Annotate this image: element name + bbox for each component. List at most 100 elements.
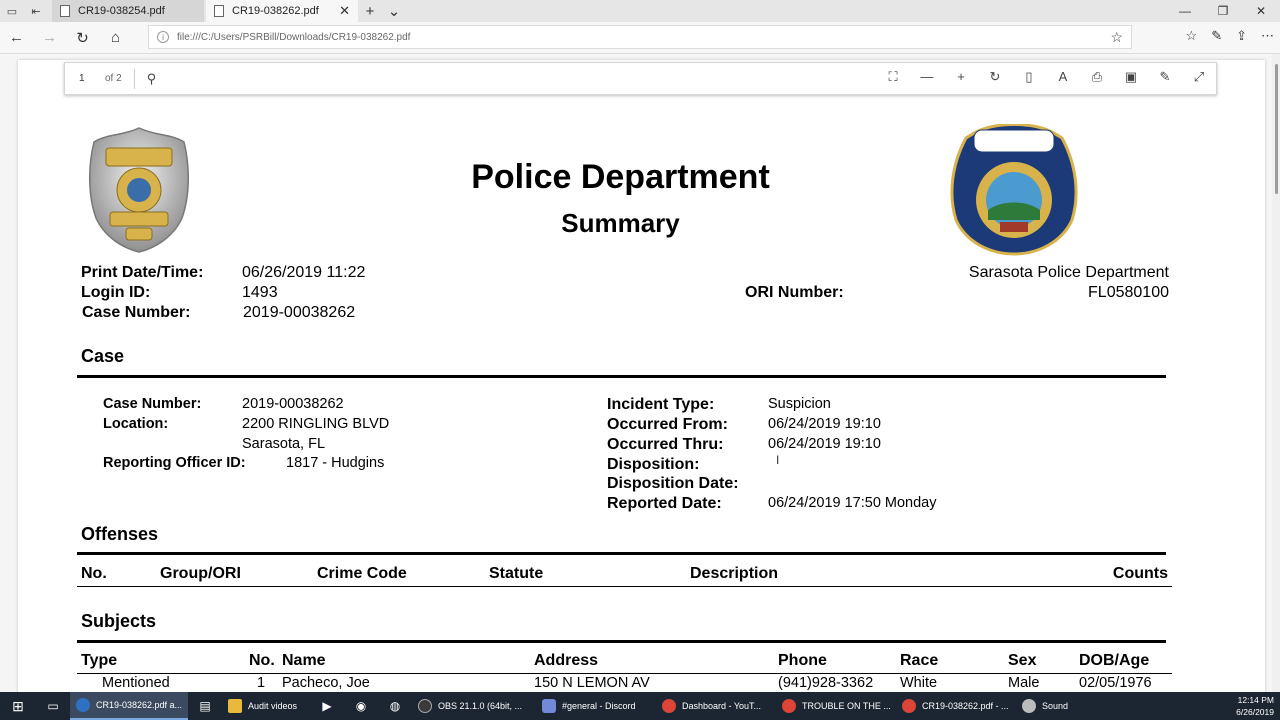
set-aside-tabs-icon[interactable]: ⇤	[24, 0, 48, 22]
task-view-icon[interactable]: ▭	[36, 692, 70, 720]
case-number-value: 2019-00038262	[242, 396, 344, 412]
subjects-header-rule	[77, 673, 1172, 674]
offenses-col-description: Description	[690, 565, 779, 582]
read-aloud-icon[interactable]: A	[1054, 69, 1072, 85]
media-player-icon[interactable]: ▶	[310, 692, 344, 720]
chrome-icon	[902, 699, 916, 713]
disposition-date-label: Disposition Date:	[607, 475, 739, 492]
taskbar-item-edge[interactable]: CR19-038262.pdf a...	[70, 692, 188, 720]
subject-race: White	[900, 675, 938, 691]
chrome-icon	[782, 699, 796, 713]
taskbar-item-chrome-trouble[interactable]: TROUBLE ON THE ...	[776, 692, 896, 720]
occurred-thru-label: Occurred Thru:	[607, 436, 724, 453]
notepad-icon[interactable]: ▤	[188, 692, 222, 720]
subjects-col-type: Type	[81, 652, 118, 669]
pdf-viewport[interactable]: Police Department Summary Print Date/Tim…	[0, 54, 1280, 692]
reported-date-label: Reported Date:	[607, 495, 722, 512]
zoom-in-icon[interactable]: +	[952, 69, 970, 85]
page-view-icon[interactable]: ▯	[1020, 69, 1038, 85]
obs-icon	[418, 699, 432, 713]
app-icon[interactable]: ◍	[378, 692, 412, 720]
search-icon[interactable]: ⚲	[147, 71, 157, 87]
occurred-from-label: Occurred From:	[607, 416, 728, 433]
app-icon[interactable]: ◉	[344, 692, 378, 720]
taskbar-item-label: CR19-038262.pdf a...	[96, 700, 183, 710]
back-arrow-icon[interactable]: ←	[0, 29, 33, 46]
forward-arrow-icon[interactable]: →	[33, 29, 66, 46]
taskbar-item-chrome-dashboard[interactable]: Dashboard - YouT...	[656, 692, 776, 720]
folder-icon	[228, 699, 242, 713]
fit-page-icon[interactable]: ⛶	[884, 69, 902, 85]
taskbar-item-label: OBS 21.1.0 (64bit, ...	[438, 701, 523, 711]
report-title: Police Department	[471, 158, 770, 196]
disposition-label: Disposition:	[607, 456, 700, 473]
zoom-out-icon[interactable]: —	[918, 69, 936, 85]
address-bar[interactable]: i file:///C:/Users/PSRBill/Downloads/CR1…	[148, 25, 1132, 49]
taskbar-item-chrome-pdf[interactable]: CR19-038262.pdf - ...	[896, 692, 1016, 720]
favorites-icon[interactable]: ☆	[1186, 28, 1198, 44]
pen-icon[interactable]: ✎	[1211, 28, 1222, 44]
share-icon[interactable]: ⇪	[1236, 28, 1247, 44]
minimize-icon[interactable]: —	[1166, 0, 1204, 22]
taskbar-item-obs[interactable]: OBS 21.1.0 (64bit, ...	[412, 692, 536, 720]
save-icon[interactable]: ▣	[1122, 69, 1140, 85]
tab-label: CR19-038262.pdf	[232, 5, 319, 17]
star-icon[interactable]: ☆	[1110, 29, 1123, 46]
restore-icon[interactable]: ❐	[1204, 0, 1242, 22]
subjects-col-race: Race	[900, 652, 939, 669]
case-number-value: 2019-00038262	[243, 304, 356, 321]
windows-start-icon[interactable]: ⊞	[0, 698, 36, 715]
taskbar-item-label: TROUBLE ON THE ...	[802, 701, 891, 711]
vertical-scrollbar[interactable]	[1272, 54, 1280, 692]
taskbar-item-explorer[interactable]: Audit videos	[222, 692, 310, 720]
tab-cr19-038254[interactable]: CR19-038254.pdf	[52, 0, 204, 22]
subjects-col-name: Name	[282, 652, 326, 669]
system-clock[interactable]: 12:14 PM 6/26/2019	[1236, 694, 1274, 718]
location-line1: 2200 RINGLING BLVD	[242, 416, 390, 432]
close-tab-icon[interactable]: ✕	[339, 3, 350, 19]
page-number-input[interactable]: 1	[73, 68, 101, 90]
print-icon[interactable]: ⎙	[1088, 69, 1106, 85]
location-label: Location:	[103, 416, 169, 432]
ori-number-value: FL0580100	[1088, 284, 1169, 301]
offenses-header-rule	[77, 586, 1172, 587]
tab-actions-icon[interactable]: ▭	[0, 0, 24, 22]
offenses-col-crime-code: Crime Code	[317, 565, 407, 582]
info-icon[interactable]: i	[157, 31, 169, 43]
case-section-rule	[77, 375, 1166, 378]
location-line2: Sarasota, FL	[242, 436, 326, 452]
incident-type-value: Suspicion	[768, 396, 831, 412]
taskbar-item-discord[interactable]: #general - Discord	[536, 692, 656, 720]
login-id-label: Login ID:	[81, 284, 151, 301]
print-date-value: 06/26/2019 11:22	[242, 264, 366, 281]
offenses-section-rule	[77, 552, 1166, 555]
tab-cr19-038262[interactable]: CR19-038262.pdf ✕	[206, 0, 358, 22]
subject-address: 150 N LEMON AV	[534, 675, 650, 691]
scrollbar-thumb[interactable]	[1275, 64, 1278, 194]
navigation-bar: ← → ↻ ⌂ i file:///C:/Users/PSRBill/Downl…	[0, 22, 1280, 54]
subjects-col-phone: Phone	[778, 652, 827, 669]
pdf-toolbar: 1 of 2 ⚲ ⛶ — + ↻ ▯ A ⎙ ▣ ✎ ⤢	[64, 62, 1217, 95]
close-window-icon[interactable]: ✕	[1242, 0, 1280, 22]
taskbar-item-label: CR19-038262.pdf - ...	[922, 701, 1009, 711]
report-subtitle: Summary	[561, 208, 680, 238]
offenses-col-counts: Counts	[1112, 565, 1168, 582]
taskbar-item-label: Audit videos	[248, 701, 298, 711]
taskbar-item-sound[interactable]: Sound	[1016, 692, 1086, 720]
more-icon[interactable]: ⋯	[1261, 28, 1274, 44]
fullscreen-icon[interactable]: ⤢	[1190, 69, 1208, 85]
taskbar-item-label: Sound	[1042, 701, 1069, 711]
case-section-title: Case	[81, 346, 125, 366]
rotate-icon[interactable]: ↻	[986, 69, 1004, 85]
subjects-col-sex: Sex	[1008, 652, 1037, 669]
save-as-icon[interactable]: ✎	[1156, 69, 1174, 85]
offenses-col-statute: Statute	[489, 565, 544, 582]
new-tab-button[interactable]: +	[358, 0, 382, 22]
home-icon[interactable]: ⌂	[99, 29, 132, 46]
refresh-icon[interactable]: ↻	[66, 29, 99, 47]
taskbar: ⊞ ▭ CR19-038262.pdf a... ▤ Audit videos …	[0, 692, 1280, 720]
edge-icon	[76, 698, 90, 712]
subjects-col-no: No.	[249, 652, 275, 669]
login-id-value: 1493	[242, 284, 278, 301]
chevron-down-icon[interactable]: ⌄	[382, 0, 406, 22]
